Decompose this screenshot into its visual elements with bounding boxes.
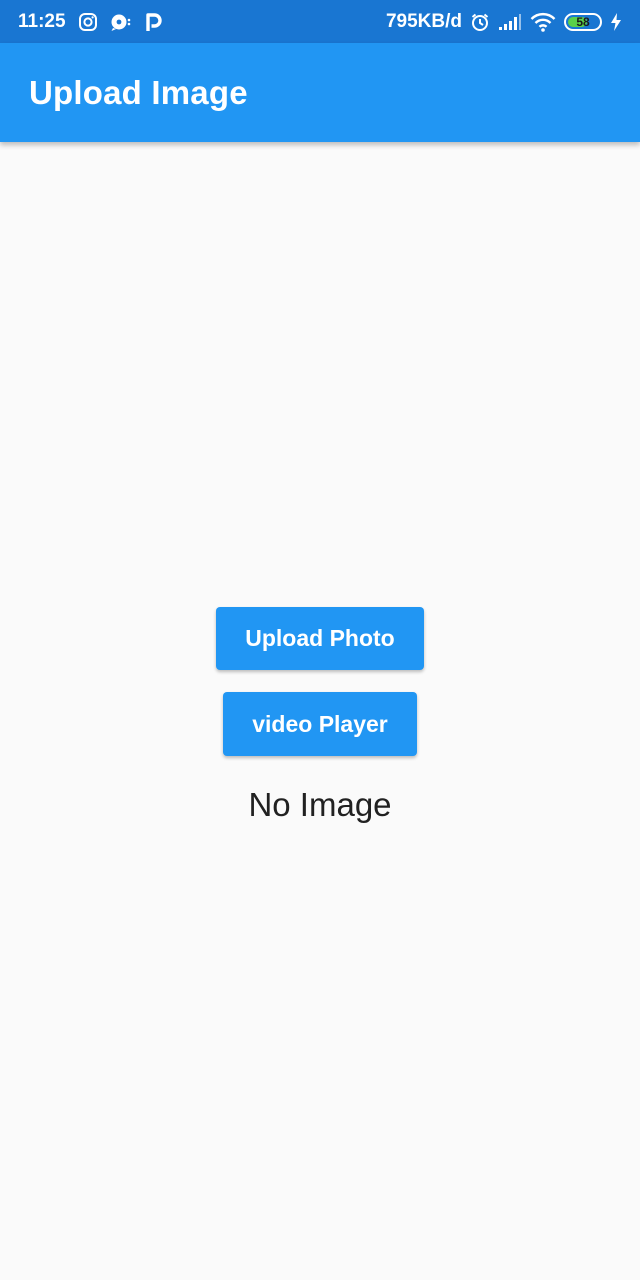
charging-icon bbox=[610, 12, 622, 32]
battery-level: 58 bbox=[576, 14, 590, 29]
chat-bubble-icon bbox=[110, 12, 132, 32]
wifi-icon bbox=[530, 12, 556, 32]
status-bar-left: 11:25 bbox=[18, 11, 162, 33]
no-image-text: No Image bbox=[248, 786, 392, 823]
signal-icon bbox=[498, 13, 522, 31]
app-bar: Upload Image bbox=[0, 43, 640, 142]
p-app-icon bbox=[144, 12, 162, 32]
video-player-button[interactable]: video Player bbox=[223, 692, 417, 756]
network-speed: 795KB/d bbox=[385, 10, 462, 32]
status-time: 11:25 bbox=[18, 10, 66, 32]
alarm-icon bbox=[470, 12, 490, 32]
status-bar: 11:25 795KB/d 58 bbox=[0, 0, 640, 43]
status-bar-right: 795KB/d 58 bbox=[386, 11, 622, 33]
upload-photo-button[interactable]: Upload Photo bbox=[216, 607, 424, 670]
page-title: Upload Image bbox=[29, 73, 248, 111]
instagram-icon bbox=[78, 12, 98, 32]
battery-icon: 58 bbox=[564, 12, 602, 31]
